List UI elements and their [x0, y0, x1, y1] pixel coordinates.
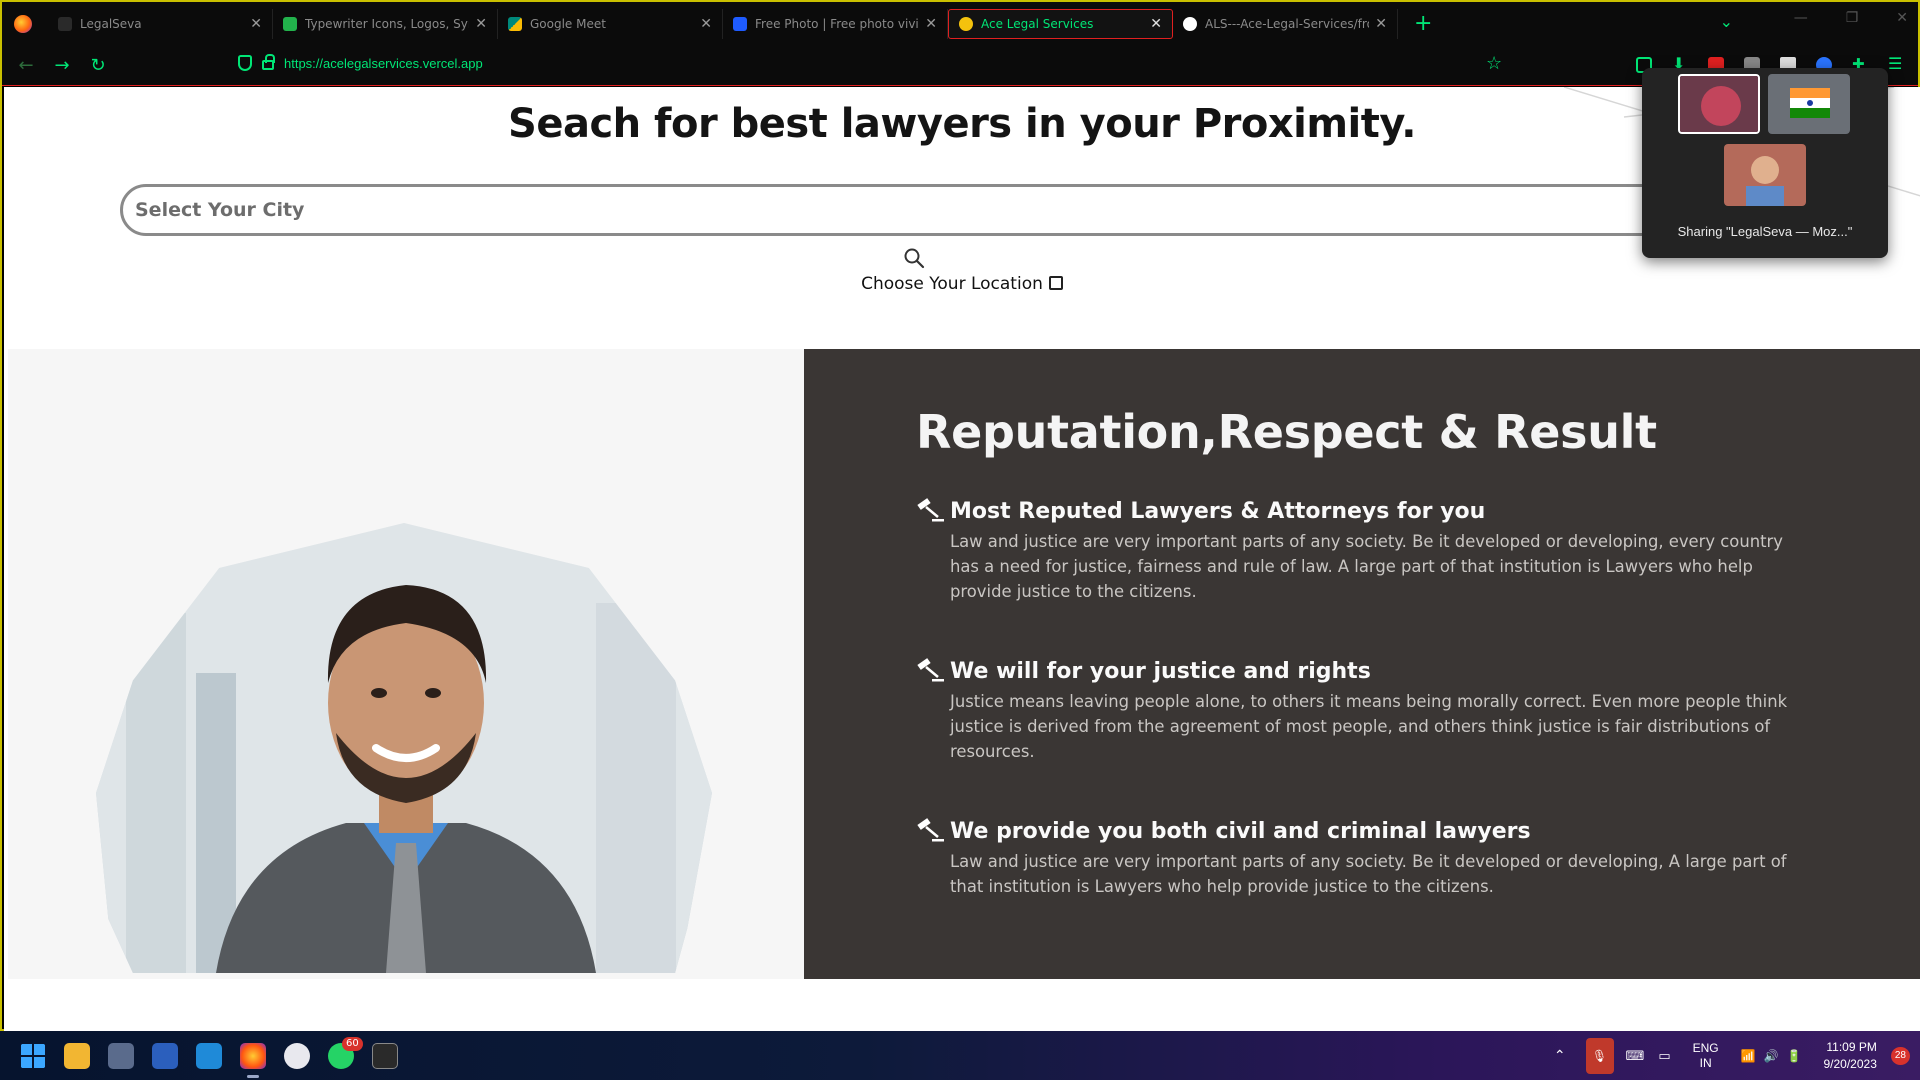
show-hidden-icons-chevron-icon[interactable]: ⌃: [1554, 1047, 1566, 1064]
language-indicator[interactable]: ENG IN: [1693, 1041, 1719, 1071]
clock-time: 11:09 PM: [1826, 1039, 1877, 1054]
lock-icon[interactable]: [262, 54, 275, 70]
firefox-taskbar-icon[interactable]: [240, 1043, 266, 1069]
microphone-icon[interactable]: 🎙: [1585, 1037, 1614, 1074]
feature-item: We will for your justice and rights Just…: [914, 657, 1814, 764]
firefox-icon[interactable]: [14, 14, 32, 33]
forward-arrow-icon[interactable]: →: [44, 55, 80, 76]
india-flag-avatar: [1768, 74, 1850, 134]
region-code: IN: [1699, 1055, 1712, 1070]
whatsapp-unread-badge: 60: [342, 1037, 363, 1051]
gavel-icon: [917, 658, 944, 682]
feature-title: We will for your justice and rights: [950, 658, 1371, 684]
menu-icon[interactable]: ☰: [1888, 56, 1904, 73]
back-arrow-icon[interactable]: ←: [8, 55, 44, 76]
feature-description: Law and justice are very important parts…: [950, 852, 1787, 896]
tablet-mode-icon[interactable]: ▭: [1658, 1048, 1670, 1064]
new-tab-button[interactable]: +: [1414, 11, 1432, 36]
tab-ace-legal-services[interactable]: Ace Legal Services ✕: [948, 8, 1173, 39]
github-icon: [1183, 16, 1197, 31]
feature-title: We provide you both civil and criminal l…: [950, 818, 1531, 844]
windows-start-icon[interactable]: [20, 1043, 46, 1069]
app-icon[interactable]: [284, 1043, 310, 1069]
battery-icon[interactable]: 🔋: [1787, 1049, 1802, 1063]
feature-item: Most Reputed Lawyers & Attorneys for you…: [914, 497, 1814, 604]
reload-icon[interactable]: ↻: [80, 55, 116, 76]
address-bar[interactable]: https://acelegalservices.vercel.app: [238, 54, 483, 71]
section-title: Reputation,Respect & Result: [916, 405, 1657, 459]
city-search-input[interactable]: [120, 184, 1820, 236]
url-text[interactable]: https://acelegalservices.vercel.app: [284, 56, 483, 71]
tab-label: Free Photo | Free photo vivid bl: [755, 16, 919, 31]
feature-description: Law and justice are very important parts…: [950, 532, 1783, 601]
close-icon[interactable]: ✕: [925, 16, 937, 32]
gavel-icon: [917, 818, 944, 842]
tab-github-als[interactable]: ALS---Ace-Legal-Services/front ✕: [1173, 8, 1398, 39]
tab-favicon: [283, 16, 297, 31]
tab-label: LegalSeva: [80, 16, 142, 31]
word-icon[interactable]: [152, 1043, 178, 1069]
close-icon[interactable]: ✕: [250, 16, 262, 32]
system-tray: ⌃ 🎙 ⌨ ▭ ENG IN 📶 🔊 🔋 11:09 PM 9/20/2023 …: [1554, 1031, 1920, 1080]
external-link-icon: [1048, 276, 1063, 290]
tab-label: Typewriter Icons, Logos, Symbo: [305, 16, 469, 31]
file-explorer-icon[interactable]: [64, 1043, 90, 1069]
participant-video-tile[interactable]: [1678, 74, 1760, 134]
tab-google-meet[interactable]: Google Meet ✕: [498, 8, 723, 39]
participant-video-tile[interactable]: [1768, 74, 1850, 134]
tab-favicon: [58, 16, 72, 31]
tracking-shield-icon[interactable]: [238, 55, 252, 71]
clock-date: 9/20/2023: [1823, 1056, 1877, 1071]
tab-label: Google Meet: [530, 16, 606, 31]
feature-title: Most Reputed Lawyers & Attorneys for you: [950, 498, 1486, 524]
search-icon[interactable]: [902, 246, 926, 270]
browser-window: LegalSeva ✕ Typewriter Icons, Logos, Sym…: [0, 0, 1920, 1031]
close-icon[interactable]: ✕: [700, 16, 712, 32]
language-code: ENG: [1692, 1040, 1719, 1055]
feature-item: We provide you both civil and criminal l…: [914, 817, 1814, 899]
volume-icon[interactable]: 🔊: [1764, 1049, 1779, 1063]
participant-avatar: [1680, 76, 1758, 132]
feature-description: Justice means leaving people alone, to o…: [950, 692, 1788, 761]
minimize-icon[interactable]: —: [1794, 10, 1808, 26]
wifi-icon[interactable]: 📶: [1741, 1049, 1756, 1063]
tab-label: Ace Legal Services: [981, 16, 1094, 31]
restore-icon[interactable]: ❐: [1846, 10, 1859, 26]
tab-favicon: [733, 16, 747, 31]
tab-typewriter-icons[interactable]: Typewriter Icons, Logos, Symbo ✕: [273, 8, 498, 39]
screen-sharing-popup: Sharing "LegalSeva — Moz...": [1642, 68, 1888, 258]
choose-location-label: Choose Your Location: [861, 274, 1043, 294]
close-window-icon[interactable]: ✕: [1896, 10, 1908, 26]
sharing-status-text: Sharing "LegalSeva — Moz...": [1677, 224, 1853, 239]
gavel-icon: [917, 498, 944, 522]
tab-favicon: [508, 16, 522, 31]
tab-free-photo[interactable]: Free Photo | Free photo vivid bl ✕: [723, 8, 948, 39]
tab-label: ALS---Ace-Legal-Services/front: [1205, 16, 1370, 31]
tab-bar: LegalSeva ✕ Typewriter Icons, Logos, Sym…: [2, 2, 1918, 45]
choose-location-link[interactable]: Choose Your Location: [4, 274, 1920, 294]
close-icon[interactable]: ✕: [1375, 16, 1387, 32]
tab-favicon: [959, 16, 973, 31]
window-controls: — ❐ ✕: [1794, 10, 1908, 26]
navigation-bar: ← → ↻ https://acelegalservices.vercel.ap…: [2, 45, 1918, 86]
terminal-icon[interactable]: [372, 1043, 398, 1069]
keyboard-icon[interactable]: ⌨: [1626, 1048, 1645, 1064]
tab-legalseva[interactable]: LegalSeva ✕: [48, 8, 273, 39]
bookmark-star-icon[interactable]: ☆: [1486, 53, 1502, 74]
active-app-indicator: [247, 1075, 259, 1078]
vscode-icon[interactable]: [196, 1043, 222, 1069]
notification-count-badge[interactable]: 28: [1890, 1046, 1910, 1065]
web-page: Seach for best lawyers in your Proximity…: [4, 87, 1920, 1031]
participant-video-tile[interactable]: [1724, 144, 1806, 206]
participant-avatar: [1724, 144, 1806, 206]
photos-app-icon[interactable]: [108, 1043, 134, 1069]
tab-list-chevron-icon[interactable]: ⌄: [1720, 12, 1733, 31]
close-icon[interactable]: ✕: [475, 16, 487, 32]
close-icon[interactable]: ✕: [1150, 16, 1162, 32]
windows-taskbar: 60 ⌃ 🎙 ⌨ ▭ ENG IN 📶 🔊 🔋 11:09 PM 9/20/20…: [0, 1031, 1920, 1080]
clock[interactable]: 11:09 PM 9/20/2023: [1823, 1039, 1876, 1073]
page-title: Seach for best lawyers in your Proximity…: [508, 101, 1416, 147]
